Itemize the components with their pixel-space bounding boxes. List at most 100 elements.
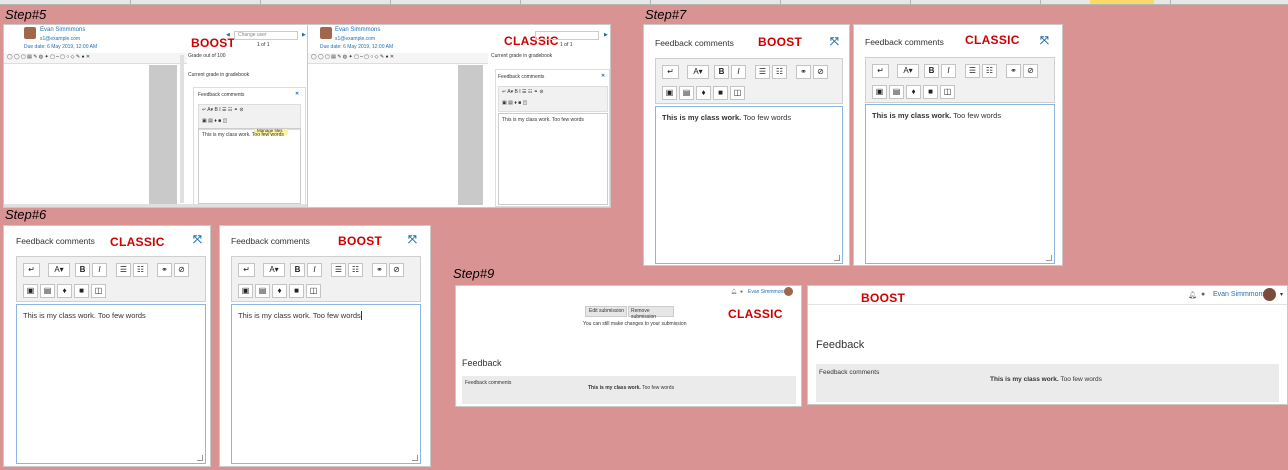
user-email[interactable]: s1@example.com: [335, 36, 375, 42]
unlink-icon[interactable]: ⊘: [389, 263, 404, 277]
current-grade: Current grade in gradebook: [188, 72, 250, 78]
record-audio-icon[interactable]: ♦: [906, 85, 921, 99]
manage-files-icon[interactable]: ◫: [306, 284, 321, 298]
bold-button[interactable]: B: [714, 65, 729, 79]
feedback-textarea[interactable]: This is my class work. Too few words: [16, 304, 206, 464]
bullet-list-icon[interactable]: ☰: [755, 65, 770, 79]
italic-button[interactable]: I: [941, 64, 956, 78]
record-audio-icon[interactable]: ♦: [57, 284, 72, 298]
grade-out-of: Grade out of 100: [188, 53, 226, 59]
expand-icon[interactable]: ⤧: [830, 36, 839, 49]
editor-toolbar: ↵ A▾ B I ☰ ☷ ⚭ ⊘ ▣ ▤ ♦ ■ ◫: [16, 256, 206, 302]
user-name[interactable]: Evan Simmmons: [335, 27, 380, 33]
record-video-icon[interactable]: ■: [713, 86, 728, 100]
feedback-comments-value: This is my class work. Too few words: [588, 385, 675, 391]
classic-label: CLASSIC: [110, 235, 165, 249]
manage-files-icon[interactable]: ◫: [91, 284, 106, 298]
resize-handle[interactable]: [412, 455, 418, 461]
change-user-select[interactable]: Change user: [234, 31, 298, 40]
image-icon[interactable]: ▣: [872, 85, 887, 99]
undo-icon[interactable]: ↵: [872, 64, 889, 78]
font-color-button[interactable]: A▾: [687, 65, 709, 79]
unlink-icon[interactable]: ⊘: [1023, 64, 1038, 78]
expand-icon[interactable]: ✕: [601, 73, 605, 79]
manage-files-icon[interactable]: ◫: [940, 85, 955, 99]
spreadsheet-column-strip: [0, 0, 1288, 5]
scrollbar[interactable]: [180, 55, 184, 203]
expand-icon[interactable]: ⤧: [193, 234, 202, 247]
boost-label: BOOST: [861, 291, 906, 305]
unlink-icon[interactable]: ⊘: [813, 65, 828, 79]
record-audio-icon[interactable]: ♦: [272, 284, 287, 298]
resize-handle[interactable]: [197, 455, 203, 461]
change-user-select[interactable]: [535, 31, 599, 40]
font-color-button[interactable]: A▾: [897, 64, 919, 78]
next-user-icon[interactable]: ▶: [604, 32, 608, 38]
horizontal-scrollbar[interactable]: [4, 204, 307, 207]
next-user-icon[interactable]: ▶: [302, 32, 306, 38]
numbered-list-icon[interactable]: ☷: [133, 263, 148, 277]
italic-button[interactable]: I: [307, 263, 322, 277]
image-icon[interactable]: ▣: [238, 284, 253, 298]
undo-icon[interactable]: ↵: [23, 263, 40, 277]
feedback-textarea[interactable]: This is my class work. Too few words: [231, 304, 421, 464]
unlink-icon[interactable]: ⊘: [174, 263, 189, 277]
bell-icon[interactable]: 🔔︎: [731, 289, 737, 295]
user-menu-name[interactable]: Evan Simmmons: [748, 289, 786, 295]
image-icon[interactable]: ▣: [23, 284, 38, 298]
step5-label: Step#5: [5, 7, 47, 22]
font-color-button[interactable]: A▾: [48, 263, 70, 277]
bold-button[interactable]: B: [924, 64, 939, 78]
bold-button[interactable]: B: [290, 263, 305, 277]
numbered-list-icon[interactable]: ☷: [772, 65, 787, 79]
expand-icon[interactable]: ⤧: [408, 234, 417, 247]
image-icon[interactable]: ▣: [662, 86, 677, 100]
expand-icon[interactable]: ✕: [295, 91, 299, 97]
italic-button[interactable]: I: [731, 65, 746, 79]
record-video-icon[interactable]: ■: [289, 284, 304, 298]
feedback-textarea[interactable]: This is my class work. Too few words: [865, 104, 1055, 264]
avatar[interactable]: [784, 287, 793, 296]
manage-files-icon[interactable]: ◫: [730, 86, 745, 100]
record-video-icon[interactable]: ■: [74, 284, 89, 298]
bold-button[interactable]: B: [75, 263, 90, 277]
font-color-button[interactable]: A▾: [263, 263, 285, 277]
media-icon[interactable]: ▤: [889, 85, 904, 99]
bell-icon[interactable]: 🔔︎: [1188, 291, 1197, 299]
feedback-box: Feedback comments ✕ ↵ A▾ B I ☰ ☷ ⚭ ⊘ ▣ ▤…: [193, 87, 306, 207]
prev-user-icon[interactable]: ◀: [226, 32, 230, 38]
media-icon[interactable]: ▤: [255, 284, 270, 298]
record-audio-icon[interactable]: ♦: [696, 86, 711, 100]
step6-editor-boost: Feedback comments BOOST ⤧ ↵ A▾ B I ☰ ☷ ⚭…: [219, 225, 431, 467]
messages-icon[interactable]: ●: [1201, 291, 1205, 298]
feedback-textarea[interactable]: This is my class work. Too few words: [655, 106, 843, 264]
italic-button[interactable]: I: [92, 263, 107, 277]
undo-icon[interactable]: ↵: [238, 263, 255, 277]
link-icon[interactable]: ⚭: [157, 263, 172, 277]
feedback-textarea[interactable]: This is my class work. Too few words: [498, 113, 608, 205]
resize-handle[interactable]: [1046, 255, 1052, 261]
edit-submission-button[interactable]: Edit submission: [585, 306, 627, 317]
feedback-textarea[interactable]: This is my class work. Too few words: [198, 128, 301, 204]
user-name[interactable]: Evan Simmmons: [40, 27, 85, 33]
user-email[interactable]: s1@example.com: [40, 36, 80, 42]
record-video-icon[interactable]: ■: [923, 85, 938, 99]
undo-icon[interactable]: ↵: [662, 65, 679, 79]
media-icon[interactable]: ▤: [40, 284, 55, 298]
bullet-list-icon[interactable]: ☰: [331, 263, 346, 277]
avatar[interactable]: [1263, 288, 1276, 301]
remove-submission-button[interactable]: Remove submission: [628, 306, 674, 320]
messages-icon[interactable]: ●: [740, 289, 743, 295]
bullet-list-icon[interactable]: ☰: [116, 263, 131, 277]
numbered-list-icon[interactable]: ☷: [982, 64, 997, 78]
expand-icon[interactable]: ⤧: [1040, 35, 1049, 48]
user-menu-name[interactable]: Evan Simmmons: [1213, 291, 1266, 298]
chevron-down-icon[interactable]: ▾: [1280, 291, 1283, 298]
link-icon[interactable]: ⚭: [372, 263, 387, 277]
link-icon[interactable]: ⚭: [796, 65, 811, 79]
link-icon[interactable]: ⚭: [1006, 64, 1021, 78]
media-icon[interactable]: ▤: [679, 86, 694, 100]
bullet-list-icon[interactable]: ☰: [965, 64, 980, 78]
numbered-list-icon[interactable]: ☷: [348, 263, 363, 277]
resize-handle[interactable]: [834, 255, 840, 261]
